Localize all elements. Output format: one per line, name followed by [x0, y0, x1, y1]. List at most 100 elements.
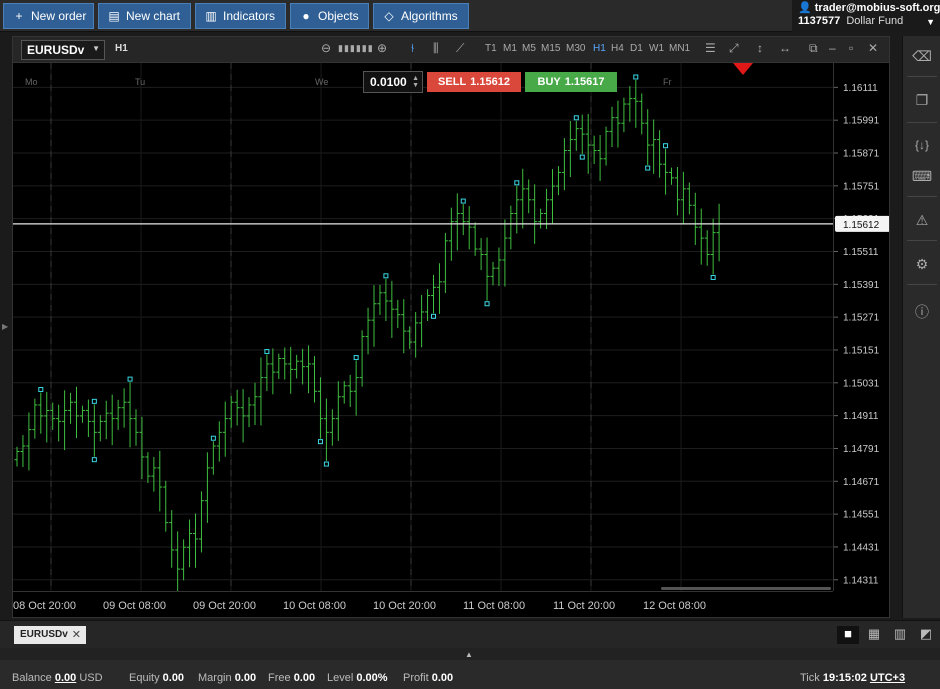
account-panel[interactable]: 👤 trader@mobius-soft.org 1137577 Dollar …: [792, 0, 940, 32]
objects-button[interactable]: ● Objects: [290, 3, 369, 29]
gear-icon[interactable]: ⚙: [903, 256, 940, 273]
day-label: Mo: [25, 77, 38, 87]
sell-label: SELL: [438, 76, 467, 88]
tf-h4[interactable]: H4: [611, 43, 624, 54]
chart-tabs: EURUSDv ✕ ■ ▦ ▥ ◩: [0, 620, 940, 648]
zoom-slider[interactable]: ▮▮▮▮▮▮: [338, 43, 374, 54]
margin-status: Margin 0.00: [198, 672, 256, 684]
swing-high-marker: [383, 273, 389, 279]
price-axis[interactable]: 1.161111.159911.158711.157511.156311.155…: [833, 63, 889, 591]
new-chart-button[interactable]: ▤ New chart: [98, 3, 191, 29]
chart-toolbar: EURUSDv ▼ H1 ⊖ ▮▮▮▮▮▮ ⊕ ⫮ ⫼ ⟋ T1 M1 M5 M…: [13, 37, 889, 63]
time-axis[interactable]: 08 Oct 20:00 09 Oct 08:00 09 Oct 20:00 10 O…: [13, 591, 833, 617]
user-icon: 👤: [798, 2, 812, 14]
tf-w1[interactable]: W1: [649, 43, 664, 54]
layout-single-icon[interactable]: ■: [837, 626, 859, 644]
shift-marker-icon[interactable]: [733, 63, 753, 75]
swing-high-marker: [514, 180, 520, 186]
tf-t1[interactable]: T1: [485, 43, 497, 54]
eraser-icon[interactable]: ⌫: [903, 48, 940, 65]
price-tick-label: 1.15151: [843, 345, 880, 356]
level-status: Level 0.00%: [327, 672, 388, 684]
horizontal-scale-icon[interactable]: ↔: [779, 41, 791, 55]
candles-icon[interactable]: ⫼: [433, 41, 439, 56]
sidebar-divider: [907, 122, 937, 123]
tf-mn1[interactable]: MN1: [669, 43, 690, 54]
algorithms-button[interactable]: ◇ Algorithms: [373, 3, 469, 29]
price-tick-label: 1.14431: [843, 542, 880, 553]
indicators-button[interactable]: ▥ Indicators: [195, 3, 286, 29]
new-chart-label: New chart: [126, 9, 181, 23]
minimize-icon[interactable]: –: [829, 41, 836, 55]
tf-d1[interactable]: D1: [630, 43, 643, 54]
close-tab-icon[interactable]: ✕: [72, 628, 81, 641]
expand-panel-icon[interactable]: ▲: [465, 650, 473, 659]
swing-low-marker: [91, 457, 97, 463]
right-sidebar: ⌫ ❐ {↓} ⌨ ⚠ ⚙ ⓘ: [902, 36, 940, 618]
line-chart-icon[interactable]: ⟋: [456, 41, 464, 56]
time-label: 08 Oct 20:00: [13, 600, 76, 612]
margin-value: 0.00: [234, 672, 257, 684]
time-label: 10 Oct 20:00: [373, 600, 436, 612]
sell-button[interactable]: SELL 1.15612: [427, 72, 521, 92]
tf-m5[interactable]: M5: [522, 43, 536, 54]
swing-low-marker: [645, 165, 651, 171]
windows-icon[interactable]: ❐: [903, 92, 940, 109]
timeframe-label: H1: [115, 43, 128, 54]
collapse-left-icon[interactable]: ▶: [2, 322, 8, 331]
objects-icon: ●: [302, 9, 310, 23]
tf-h1[interactable]: H1: [593, 43, 606, 54]
trading-terminal: + New order ▤ New chart ▥ Indicators ● O…: [0, 0, 940, 689]
maximize-icon[interactable]: ▫: [849, 41, 853, 55]
zoom-out-icon[interactable]: ⊖: [321, 41, 331, 55]
price-tick-label: 1.15871: [843, 149, 880, 160]
swing-low-marker: [323, 461, 329, 467]
chart-icon: ▤: [108, 9, 120, 23]
autoscroll-icon[interactable]: ⤢: [729, 41, 739, 56]
balance-status: Balance 0.00 USD: [12, 672, 103, 684]
profit-value: 0.00: [431, 672, 454, 684]
algorithms-icon: ◇: [384, 9, 394, 23]
tab-eurusd[interactable]: EURUSDv ✕: [14, 626, 86, 644]
template-icon[interactable]: ☰: [705, 41, 716, 55]
margin-label: Margin: [198, 672, 232, 684]
chart-scrollbar[interactable]: [661, 587, 831, 590]
layout-cascade-icon[interactable]: ◩: [915, 626, 937, 644]
buy-button[interactable]: BUY 1.15617: [525, 72, 617, 92]
tf-m1[interactable]: M1: [503, 43, 517, 54]
price-tick-label: 1.15271: [843, 313, 880, 324]
spinner-icon[interactable]: ▲ ▼: [412, 75, 419, 89]
detach-icon[interactable]: ⧉: [809, 41, 818, 56]
price-tick-label: 1.14311: [843, 575, 879, 586]
objects-label: Objects: [318, 9, 359, 23]
layout-columns-icon[interactable]: ▥: [889, 626, 911, 644]
sidebar-divider: [907, 196, 937, 197]
timezone-select[interactable]: UTC+3: [870, 672, 905, 684]
panel-splitter[interactable]: ▲: [0, 648, 940, 660]
symbol-select[interactable]: EURUSDv ▼: [21, 40, 105, 60]
swing-low-marker: [484, 301, 490, 307]
tf-m15[interactable]: M15: [541, 43, 560, 54]
price-tick-label: 1.15031: [843, 378, 880, 389]
time-label: 11 Oct 08:00: [463, 600, 525, 612]
script-icon[interactable]: {↓}: [903, 138, 940, 152]
terminal-icon[interactable]: ⌨: [903, 168, 940, 185]
price-tick-label: 1.15751: [843, 181, 880, 192]
vertical-scale-icon[interactable]: ↕: [757, 41, 763, 55]
chevron-down-icon[interactable]: ▼: [926, 17, 935, 27]
price-tick-label: 1.14791: [843, 444, 880, 455]
price-chart[interactable]: Mo Tu We Fr: [13, 63, 833, 591]
sidebar-divider: [907, 240, 937, 241]
lot-size-input[interactable]: 0.0100 ▲ ▼: [363, 71, 423, 93]
new-order-button[interactable]: + New order: [3, 3, 94, 29]
layout-grid-icon[interactable]: ▦: [863, 626, 885, 644]
info-icon[interactable]: ⓘ: [903, 302, 940, 322]
zoom-in-icon[interactable]: ⊕: [377, 41, 387, 55]
day-label: We: [315, 77, 328, 87]
tick-time: 19:15:02: [822, 672, 867, 684]
status-bar: Balance 0.00 USD Equity 0.00 Margin 0.00…: [0, 660, 940, 689]
warning-icon[interactable]: ⚠: [903, 212, 940, 229]
tf-m30[interactable]: M30: [566, 43, 585, 54]
close-icon[interactable]: ✕: [868, 41, 878, 55]
bar-chart-icon[interactable]: ⫮: [411, 41, 414, 56]
